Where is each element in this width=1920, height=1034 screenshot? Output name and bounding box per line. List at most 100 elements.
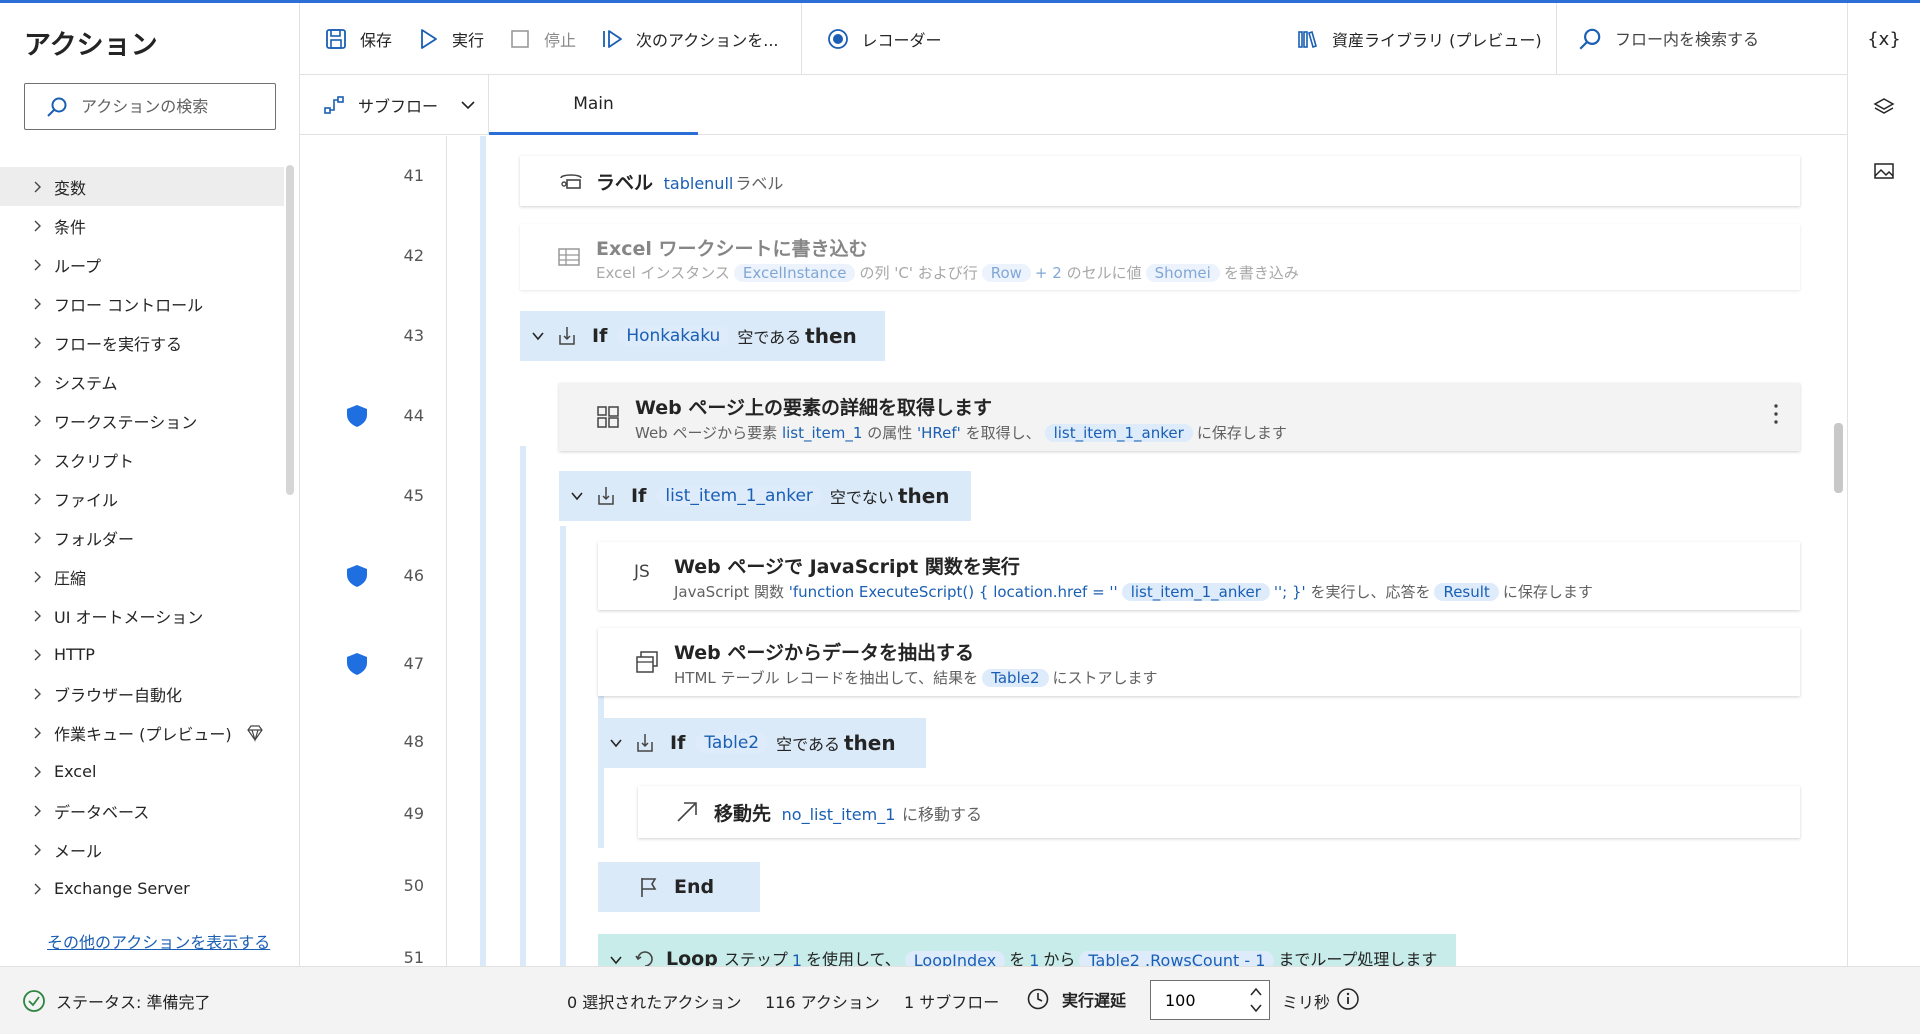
recorder-button[interactable]: レコーダー: [826, 27, 942, 51]
action-run-javascript-step[interactable]: JS Web ページで JavaScript 関数を実行 JavaScript …: [598, 542, 1800, 610]
if-anker-block-bar: [560, 526, 566, 966]
if-table2-header[interactable]: If Table2 空である then: [598, 718, 926, 768]
actions-search-input[interactable]: [81, 97, 261, 116]
line-number: 47: [403, 654, 424, 673]
more-options-icon[interactable]: [1774, 403, 1778, 425]
asset-library-button[interactable]: 資産ライブラリ (プレビュー): [1296, 27, 1542, 51]
line-number: 49: [403, 804, 424, 823]
label-suffix: ラベル: [735, 174, 784, 193]
line-number: 46: [403, 566, 424, 585]
chevron-right-icon: [34, 727, 41, 738]
actions-search-box[interactable]: [24, 83, 276, 130]
action-get-element-details-step[interactable]: Web ページ上の要素の詳細を取得します Web ページから要素 list_it…: [559, 383, 1800, 451]
flag-icon: [641, 878, 657, 897]
layers-icon: [1873, 98, 1895, 114]
action-category-label: フローを実行する: [54, 334, 183, 354]
if-branch-icon: [559, 327, 575, 345]
desc-text: を使用して、: [806, 950, 901, 966]
variable-pill: ExcelInstance: [733, 264, 856, 282]
recorder-label: レコーダー: [861, 30, 942, 50]
if-honkakaku-header[interactable]: If Honkakaku 空である then: [520, 311, 885, 361]
action-category-item[interactable]: フローを実行する: [0, 323, 284, 362]
chevron-right-icon: [34, 376, 41, 387]
spin-arrows-icon[interactable]: [1249, 985, 1263, 1015]
action-category-label: メール: [54, 841, 103, 861]
variables-pane-button[interactable]: {x}: [1867, 25, 1901, 53]
run-next-action-button[interactable]: 次のアクションを...: [600, 27, 779, 51]
search-icon: [1579, 28, 1601, 50]
stop-button[interactable]: 停止: [508, 27, 576, 51]
variable-pill: list_item_1_anker: [656, 486, 822, 506]
action-category-item[interactable]: 作業キュー (プレビュー): [0, 713, 284, 752]
run-delay-text: 実行遅延: [1062, 991, 1127, 1010]
action-category-item[interactable]: Exchange Server: [0, 869, 284, 908]
collapse-chevron-icon[interactable]: [608, 735, 624, 751]
show-more-actions-link[interactable]: その他のアクションを表示する: [47, 929, 270, 953]
action-goto-step[interactable]: 移動先 no_list_item_1 に移動する: [638, 786, 1800, 838]
collapse-chevron-icon[interactable]: [569, 488, 585, 504]
desc-text: ステップ: [723, 950, 788, 966]
action-category-item[interactable]: スクリプト: [0, 440, 284, 479]
collapse-chevron-icon[interactable]: [608, 952, 624, 966]
tab-main[interactable]: Main: [489, 75, 698, 135]
desc-variable: 1: [1029, 951, 1040, 966]
action-category-item[interactable]: Excel: [0, 752, 284, 791]
then-keyword: then: [897, 484, 950, 508]
desc-text: に保存します: [1196, 424, 1287, 442]
action-category-label: HTTP: [54, 645, 95, 664]
desc-text: までループ処理します: [1278, 950, 1438, 966]
save-button[interactable]: 保存: [324, 27, 392, 51]
end-block[interactable]: End: [598, 862, 760, 912]
run-delay-stepper[interactable]: [1150, 980, 1270, 1020]
line-number: 48: [403, 732, 424, 751]
action-category-item[interactable]: 条件: [0, 206, 284, 245]
collapse-chevron-icon[interactable]: [530, 328, 546, 344]
action-category-item[interactable]: 圧縮: [0, 557, 284, 596]
chevron-right-icon: [34, 805, 41, 816]
run-js-title: Web ページで JavaScript 関数を実行: [674, 556, 1020, 578]
ui-elements-pane-button[interactable]: [1870, 93, 1898, 121]
action-category-item[interactable]: メール: [0, 830, 284, 869]
javascript-icon: JS: [634, 562, 650, 582]
run-delay-input[interactable]: [1165, 990, 1235, 1010]
extract-data-title: Web ページからデータを抽出する: [674, 642, 975, 664]
total-actions-count: 116 アクション: [765, 993, 880, 1012]
loop-header[interactable]: Loop ステップ 1 を使用して、 LoopIndex を 1 から Tabl…: [598, 934, 1456, 966]
stop-label: 停止: [544, 30, 577, 50]
variable-pill: list_item_1_anker: [1121, 583, 1270, 601]
canvas-scrollbar[interactable]: [1834, 423, 1843, 493]
if-anker-header[interactable]: If list_item_1_anker 空でない then: [559, 471, 971, 521]
action-category-item[interactable]: フロー コントロール: [0, 284, 284, 323]
flow-search-input[interactable]: [1615, 29, 1815, 49]
flow-search-box[interactable]: [1556, 3, 1815, 75]
action-category-item[interactable]: UI オートメーション: [0, 596, 284, 635]
info-icon[interactable]: [1336, 987, 1360, 1011]
variable-pill: Table2: [695, 733, 769, 753]
action-category-item[interactable]: フォルダー: [0, 518, 284, 557]
action-category-item[interactable]: データベース: [0, 791, 284, 830]
action-category-item[interactable]: HTTP: [0, 635, 284, 674]
run-label: 実行: [452, 30, 485, 50]
action-category-item[interactable]: ファイル: [0, 479, 284, 518]
search-icon: [47, 97, 67, 117]
action-category-item[interactable]: ループ: [0, 245, 284, 284]
action-excel-write-step[interactable]: Excel ワークシートに書き込む Excel インスタンス ExcelInsta…: [520, 224, 1800, 290]
action-category-item[interactable]: 変数: [0, 167, 284, 206]
label-title: ラベル: [596, 172, 654, 194]
subflow-count: 1 サブフロー: [904, 993, 1000, 1012]
desc-text: を実行し、応答を: [1310, 583, 1431, 601]
actions-pane-scrollbar[interactable]: [286, 165, 294, 495]
images-pane-button[interactable]: [1870, 157, 1898, 185]
subflow-dropdown[interactable]: サブフロー: [300, 75, 489, 135]
stop-icon: [511, 29, 529, 48]
if-keyword: If: [631, 485, 647, 507]
run-button[interactable]: 実行: [416, 27, 484, 51]
action-category-item[interactable]: ブラウザー自動化: [0, 674, 284, 713]
action-label-step[interactable]: ラベル tablenull ラベル: [520, 156, 1800, 206]
action-category-item[interactable]: システム: [0, 362, 284, 401]
action-category-item[interactable]: ワークステーション: [0, 401, 284, 440]
action-extract-data-step[interactable]: Web ページからデータを抽出する HTML テーブル レコードを抽出して、結果…: [598, 628, 1800, 696]
action-category-label: Excel: [54, 762, 97, 781]
action-category-label: 変数: [54, 178, 87, 198]
action-category-label: フロー コントロール: [54, 295, 204, 315]
